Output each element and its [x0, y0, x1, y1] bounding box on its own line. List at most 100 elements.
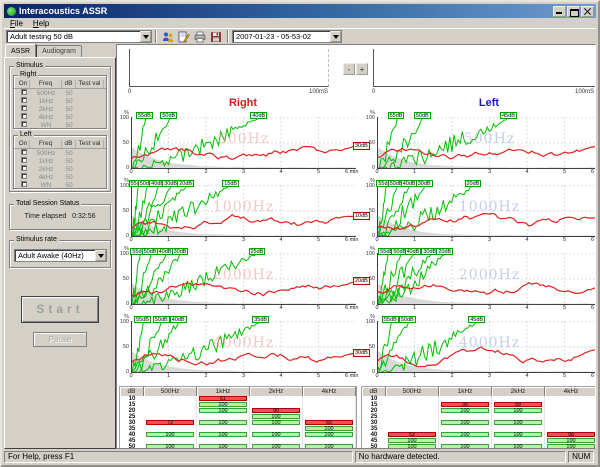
detection-value: 100	[494, 444, 542, 449]
eeg-zoom-in-button[interactable]: +	[356, 63, 368, 75]
x-axis-end-label: 6 min	[345, 169, 358, 175]
detection-label: 20dB	[465, 180, 482, 187]
x-axis-tick: 1	[413, 373, 416, 379]
on-cell	[17, 149, 30, 157]
detection-label: 20dB	[177, 180, 194, 187]
x-axis-end-label: 6 min	[591, 373, 596, 379]
on-checkbox[interactable]	[21, 165, 27, 171]
x-axis-tick: 3	[242, 373, 245, 379]
x-axis-tick: 1	[167, 237, 170, 243]
on-cell	[17, 97, 30, 105]
on-checkbox[interactable]	[21, 121, 27, 127]
detection-value: 100	[199, 408, 247, 413]
detection-label: 35dB	[252, 316, 269, 323]
x-axis-tick: 5	[563, 169, 566, 175]
session-select[interactable]: 2007-01-23 - 05-53-02	[232, 30, 342, 43]
detection-label: 15dB	[222, 180, 239, 187]
detection-value: 100	[441, 444, 489, 449]
x-axis-end-label: 6 min	[345, 237, 358, 243]
freq-label: 1kHz	[30, 158, 62, 165]
y-axis-labels: %100500	[117, 315, 130, 375]
assr-chart-right-1000hz: %1005001000Hz55dB50dB40dB30dB20dB15dB10d…	[117, 179, 359, 247]
db-value: 50	[62, 166, 76, 173]
stimulus-row: 4kHz50	[14, 113, 106, 121]
print-icon[interactable]	[193, 30, 207, 44]
close-icon[interactable]	[581, 6, 594, 17]
on-cell	[17, 105, 30, 113]
running-level-label: 10dB	[353, 212, 370, 220]
on-checkbox[interactable]	[21, 97, 27, 103]
window-title: Interacoustics ASSR	[19, 5, 107, 18]
stimulus-col-header: dB	[62, 140, 76, 148]
protocol-select[interactable]: Adult testing 50 dB	[6, 30, 152, 43]
x-axis-tick: 2	[205, 237, 208, 243]
detection-value: 100	[441, 420, 489, 425]
tab-audiogram[interactable]: Audiogram	[36, 45, 82, 57]
db-value: 50	[62, 106, 76, 113]
db-value: 50	[62, 182, 76, 189]
db-value: 50	[62, 150, 76, 157]
left-ear-label: Left	[439, 97, 539, 109]
db-value: 50	[62, 114, 76, 121]
plot-area: 1000Hz	[131, 185, 356, 237]
db-value: 50	[62, 174, 76, 181]
detection-value: 65	[305, 420, 353, 425]
results-header: dB500Hz1kHz2kHz4kHz	[362, 387, 596, 396]
session-edit-icon[interactable]	[177, 30, 191, 44]
stimulus-col-header: On	[17, 80, 30, 88]
on-checkbox[interactable]	[21, 113, 27, 119]
x-axis-tick: 3	[242, 305, 245, 311]
detection-label: 40dB	[170, 316, 187, 323]
plot-area: 500Hz	[131, 117, 356, 169]
stimulus-row: 500Hz50	[14, 89, 106, 97]
on-checkbox[interactable]	[21, 149, 27, 155]
dropdown-arrow-icon[interactable]	[330, 31, 341, 42]
freq-label: 4kHz	[30, 114, 62, 121]
dropdown-arrow-icon[interactable]	[95, 250, 106, 261]
start-button[interactable]: Start	[21, 296, 99, 323]
status-hardware-text: No hardware detected.	[355, 451, 566, 463]
x-axis-tick: 3	[242, 169, 245, 175]
menu-help[interactable]: Help	[29, 19, 53, 28]
patients-icon[interactable]	[161, 30, 175, 44]
assr-chart-left-500hz: %100500500Hz55dB50dB45dB40dB0123456 min	[363, 111, 596, 179]
on-checkbox[interactable]	[21, 181, 27, 187]
y-axis-tick: 100	[366, 115, 375, 121]
running-level-label: 30dB	[353, 349, 370, 357]
freq-label: 4kHz	[30, 174, 62, 181]
menu-file[interactable]: File	[6, 19, 27, 28]
detection-value: 100	[305, 432, 353, 437]
pause-button[interactable]: Pause	[33, 332, 87, 347]
on-checkbox[interactable]	[21, 173, 27, 179]
on-checkbox[interactable]	[21, 89, 27, 95]
eeg-zoom-out-button[interactable]: -	[343, 63, 355, 75]
x-axis-tick: 5	[563, 373, 566, 379]
x-axis-tick: 0	[376, 373, 379, 379]
stimulus-row: WN50	[14, 121, 106, 129]
window-controls	[553, 6, 594, 17]
plot-area: 2000Hz	[131, 253, 356, 305]
x-axis-labels: 0123456 min	[117, 373, 359, 381]
x-axis-tick: 2	[205, 169, 208, 175]
running-level-label: 20dB	[353, 277, 370, 285]
detection-value: 51	[199, 396, 247, 401]
right-ear-label: Right	[193, 97, 293, 109]
toolbar: Adult testing 50 dB 2007-01-23 - 05-53-0…	[4, 28, 596, 44]
dropdown-arrow-icon[interactable]	[140, 31, 151, 42]
results-col-header: 2kHz	[250, 387, 303, 396]
maximize-icon[interactable]	[567, 6, 580, 17]
freq-label: WN	[30, 182, 62, 189]
on-checkbox[interactable]	[21, 157, 27, 163]
stimulus-rate-select[interactable]: Adult Awake (40Hz)	[14, 249, 107, 262]
eeg-x-start: 0	[128, 89, 131, 95]
save-icon[interactable]	[209, 30, 223, 44]
results-col-header: dB	[120, 387, 144, 396]
y-axis-labels: %100500	[117, 111, 130, 171]
x-axis-tick: 1	[413, 237, 416, 243]
x-axis-labels: 0123456 min	[363, 237, 596, 245]
on-checkbox[interactable]	[21, 105, 27, 111]
freq-label: 1kHz	[30, 98, 62, 105]
tab-assr[interactable]: ASSR	[5, 44, 36, 57]
detection-value: 98	[547, 432, 595, 437]
minimize-icon[interactable]	[553, 6, 566, 17]
